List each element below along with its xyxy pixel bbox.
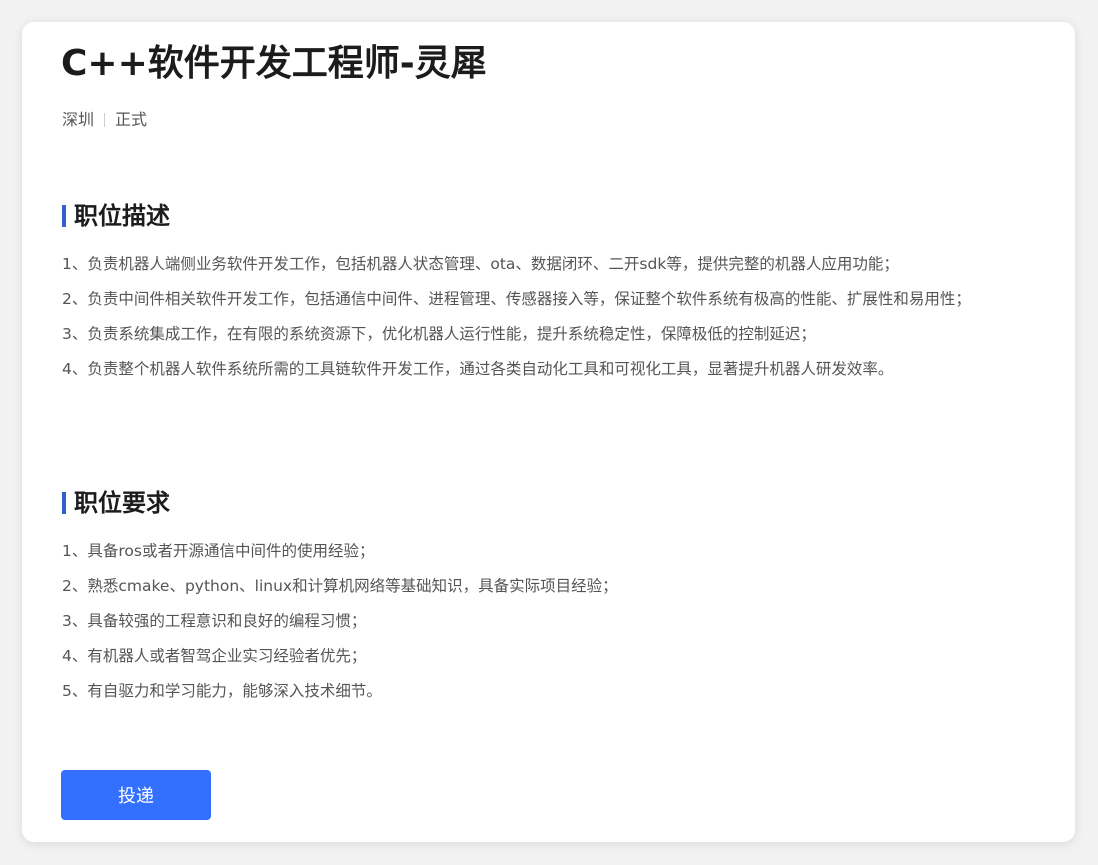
requirements-heading: 职位要求	[62, 488, 170, 518]
section-accent-bar	[62, 492, 66, 514]
description-heading-text: 职位描述	[74, 202, 170, 230]
job-detail-card: C++软件开发工程师-灵犀 深圳 正式 职位描述 1、负责机器人端侧业务软件开发…	[22, 22, 1075, 842]
job-meta: 深圳 正式	[62, 109, 147, 131]
requirement-item: 3、具备较强的工程意识和良好的编程习惯；	[62, 612, 367, 630]
apply-button[interactable]: 投递	[61, 770, 211, 820]
description-heading: 职位描述	[62, 201, 170, 231]
job-location: 深圳	[62, 110, 95, 129]
requirement-item: 4、有机器人或者智驾企业实习经验者优先；	[62, 647, 367, 665]
section-accent-bar	[62, 205, 66, 227]
requirement-item: 1、具备ros或者开源通信中间件的使用经验；	[62, 542, 375, 560]
job-type: 正式	[115, 110, 148, 129]
description-list: 1、负责机器人端侧业务软件开发工作，包括机器人状态管理、ota、数据闭环、二开s…	[62, 247, 1037, 387]
requirement-item: 2、熟悉cmake、python、linux和计算机网络等基础知识，具备实际项目…	[62, 577, 618, 595]
meta-divider	[104, 113, 106, 127]
requirements-list: 1、具备ros或者开源通信中间件的使用经验； 2、熟悉cmake、python、…	[62, 534, 1037, 709]
description-item: 4、负责整个机器人软件系统所需的工具链软件开发工作，通过各类自动化工具和可视化工…	[62, 360, 894, 378]
requirements-heading-text: 职位要求	[74, 489, 170, 517]
requirement-item: 5、有自驱力和学习能力，能够深入技术细节。	[62, 682, 382, 700]
description-item: 3、负责系统集成工作，在有限的系统资源下，优化机器人运行性能，提升系统稳定性，保…	[62, 325, 816, 343]
description-item: 1、负责机器人端侧业务软件开发工作，包括机器人状态管理、ota、数据闭环、二开s…	[62, 255, 899, 273]
description-item: 2、负责中间件相关软件开发工作，包括通信中间件、进程管理、传感器接入等，保证整个…	[62, 290, 971, 308]
job-title: C++软件开发工程师-灵犀	[61, 43, 487, 84]
